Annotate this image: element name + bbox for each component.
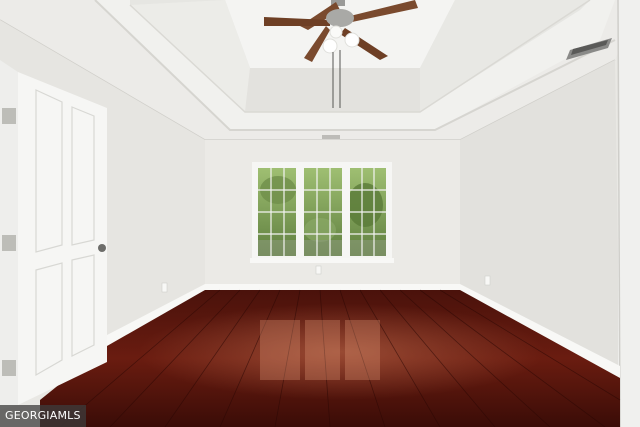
door [0, 60, 107, 410]
door-frame-right [618, 0, 640, 427]
smoke-detector [322, 135, 340, 139]
window [250, 162, 394, 263]
outlet [315, 265, 322, 275]
door-hinge [2, 108, 16, 124]
empty-room-photo [0, 0, 640, 427]
door-hinge [2, 360, 16, 376]
outlet [161, 282, 168, 293]
door-hinge [2, 235, 16, 251]
door-knob [98, 244, 106, 252]
watermark-logo: GEORGIAMLS [0, 405, 86, 427]
outlet [484, 275, 491, 286]
